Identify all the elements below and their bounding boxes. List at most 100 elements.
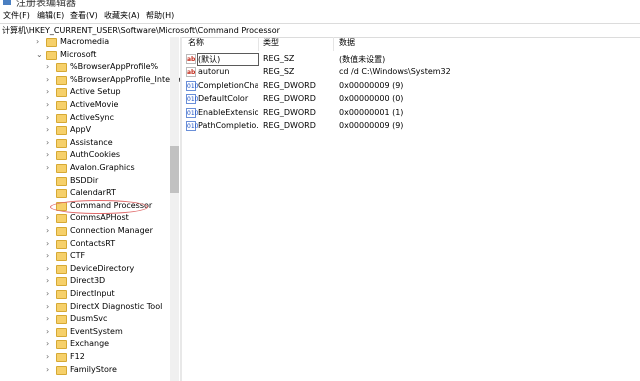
- folder-icon: [56, 63, 67, 73]
- chevron-right-icon[interactable]: ›: [46, 264, 49, 273]
- column-divider[interactable]: [333, 37, 334, 51]
- value-data: 0x00000001 (1): [339, 107, 404, 117]
- chevron-right-icon[interactable]: ›: [46, 100, 49, 109]
- chevron-right-icon[interactable]: ›: [46, 327, 49, 336]
- menu-view[interactable]: 查看(V): [70, 10, 98, 21]
- folder-icon: [56, 327, 67, 337]
- tree-item[interactable]: › FamilyStore: [0, 365, 170, 377]
- chevron-right-icon[interactable]: ›: [46, 75, 49, 84]
- tree-item[interactable]: › Avalon.Graphics: [0, 163, 170, 175]
- tree-item[interactable]: › DeviceDirectory: [0, 264, 170, 276]
- menu-edit[interactable]: 编辑(E): [37, 10, 64, 21]
- tree-item[interactable]: › ContactsRT: [0, 239, 170, 251]
- value-data: 0x00000009 (9): [339, 80, 404, 90]
- value-row[interactable]: 010 DefaultColor REG_DWORD 0x00000000 (0): [184, 93, 624, 106]
- value-type: REG_SZ: [263, 67, 295, 77]
- folder-icon: [56, 101, 67, 110]
- chevron-right-icon[interactable]: ›: [46, 87, 49, 96]
- value-type: REG_DWORD: [263, 121, 316, 130]
- tree-item[interactable]: CalendarRT: [0, 188, 170, 200]
- tree-item-label: FamilyStore: [70, 364, 117, 374]
- tree-item[interactable]: BSDDir: [0, 176, 170, 188]
- chevron-right-icon[interactable]: ›: [46, 365, 49, 374]
- tree-item[interactable]: › AuthCookies: [0, 150, 170, 162]
- folder-icon: [56, 88, 67, 98]
- chevron-right-icon[interactable]: ›: [46, 226, 49, 235]
- value-data: cd /d C:\Windows\System32: [339, 67, 451, 77]
- chevron-right-icon[interactable]: ›: [46, 302, 49, 311]
- regedit-app-icon: [3, 0, 11, 5]
- chevron-right-icon[interactable]: ›: [46, 352, 49, 361]
- tree-item[interactable]: › CTF: [0, 251, 170, 263]
- chevron-right-icon[interactable]: ›: [46, 339, 49, 348]
- tree-item[interactable]: › CommsAPHost: [0, 213, 170, 225]
- folder-icon: [56, 302, 67, 312]
- tree-item[interactable]: › Exchange: [0, 339, 170, 351]
- tree-item[interactable]: › ActiveSync: [0, 113, 170, 125]
- folder-icon: [46, 50, 57, 60]
- folder-icon: [56, 126, 67, 136]
- column-header-name[interactable]: 名称: [188, 37, 204, 51]
- tree-item[interactable]: › Connection Manager: [0, 226, 170, 238]
- chevron-right-icon[interactable]: ›: [46, 113, 49, 122]
- tree-item[interactable]: › %BrowserAppProfile_Interne: [0, 75, 180, 87]
- address-path[interactable]: 计算机\HKEY_CURRENT_USER\Software\Microsoft…: [2, 25, 280, 36]
- menu-file[interactable]: 文件(F): [3, 10, 30, 21]
- chevron-right-icon[interactable]: ›: [46, 150, 49, 159]
- value-row[interactable]: ab (默认) REG_SZ (数值未设置): [184, 53, 624, 66]
- tree-item-label: CalendarRT: [70, 188, 116, 198]
- tree-item[interactable]: › EventSystem: [0, 327, 170, 339]
- column-header-data[interactable]: 数据: [339, 37, 355, 51]
- column-header-type[interactable]: 类型: [263, 37, 279, 51]
- address-bar[interactable]: 计算机\HKEY_CURRENT_USER\Software\Microsoft…: [0, 23, 640, 38]
- chevron-right-icon[interactable]: ›: [46, 125, 49, 134]
- chevron-right-icon[interactable]: ›: [46, 289, 49, 298]
- tree-item-label: CommsAPHost: [70, 213, 129, 223]
- tree-item[interactable]: › DusmSvc: [0, 314, 170, 326]
- chevron-right-icon[interactable]: ›: [46, 314, 49, 323]
- value-row[interactable]: 010 CompletionChar REG_DWORD 0x00000009 (9): [184, 80, 624, 93]
- tree-item[interactable]: ⌄ Microsoft: [0, 50, 170, 62]
- chevron-right-icon[interactable]: ›: [46, 213, 49, 222]
- menu-favorites[interactable]: 收藏夹(A): [104, 10, 140, 21]
- dword-value-icon: 010: [186, 107, 199, 118]
- tree-item[interactable]: › %BrowserAppProfile%: [0, 62, 170, 74]
- tree-item[interactable]: › Active Setup: [0, 87, 170, 99]
- tree-item[interactable]: › Direct3D: [0, 276, 170, 288]
- chevron-right-icon[interactable]: ›: [46, 138, 49, 147]
- value-row[interactable]: 010 PathCompletio... REG_DWORD 0x00000009 (…: [184, 120, 624, 133]
- menu-help[interactable]: 帮助(H): [146, 10, 174, 21]
- tree-item[interactable]: › DirectInput: [0, 289, 170, 301]
- value-data: (数值未设置): [339, 55, 386, 64]
- chevron-right-icon[interactable]: ›: [46, 62, 49, 71]
- tree-item-label: Direct3D: [70, 276, 106, 286]
- tree-scrollbar[interactable]: [170, 37, 179, 381]
- folder-icon: [56, 151, 67, 161]
- chevron-right-icon[interactable]: ›: [46, 251, 49, 260]
- value-row[interactable]: 010 EnableExtensio REG_DWORD 0x00000001 (1): [184, 107, 624, 120]
- tree-scrollbar-thumb[interactable]: [170, 146, 179, 193]
- chevron-right-icon[interactable]: ›: [36, 37, 39, 46]
- folder-icon: [56, 214, 67, 224]
- value-row[interactable]: ab autorun REG_SZ cd /d C:\Windows\System32: [184, 66, 624, 79]
- tree-item-label: %BrowserAppProfile_Interne: [70, 74, 180, 84]
- value-name: CompletionChar: [198, 80, 258, 90]
- dword-value-icon: 010: [186, 94, 199, 105]
- tree-item[interactable]: › F12: [0, 352, 170, 364]
- tree-item-label: Active Setup: [70, 87, 121, 97]
- string-value-icon: ab: [186, 54, 196, 64]
- tree-item[interactable]: › DirectX Diagnostic Tool: [0, 302, 170, 314]
- value-name: EnableExtensio: [198, 107, 258, 117]
- tree-item[interactable]: › ActiveMovie: [0, 100, 170, 112]
- chevron-right-icon[interactable]: ›: [46, 163, 49, 172]
- tree-item-label: BSDDir: [70, 175, 99, 185]
- pane-splitter[interactable]: [180, 37, 182, 381]
- chevron-right-icon[interactable]: ›: [46, 239, 49, 248]
- chevron-right-icon[interactable]: ›: [46, 276, 49, 285]
- tree-item-label: CTF: [70, 251, 86, 261]
- column-divider[interactable]: [258, 37, 259, 51]
- tree-item[interactable]: › Assistance: [0, 138, 170, 150]
- tree-item[interactable]: › Macromedia: [0, 37, 170, 49]
- tree-item[interactable]: › AppV: [0, 125, 170, 137]
- chevron-down-icon[interactable]: ⌄: [36, 50, 43, 59]
